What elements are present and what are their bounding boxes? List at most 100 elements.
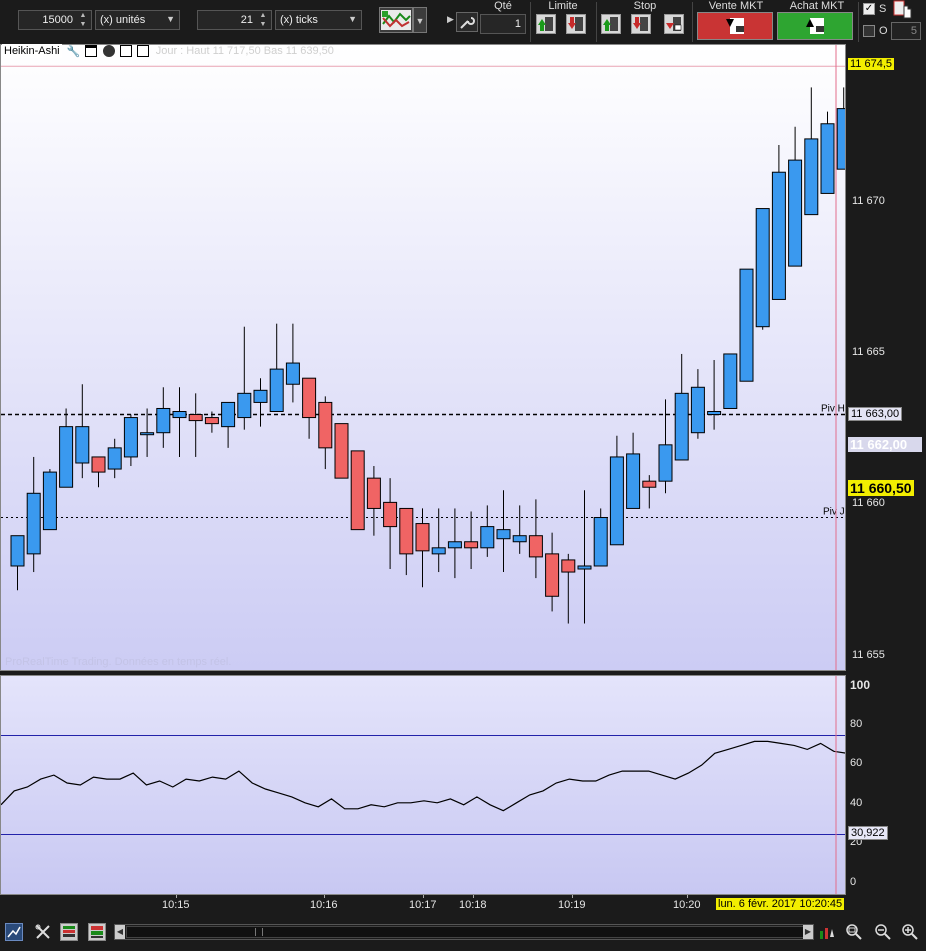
- candle[interactable]: [836, 87, 846, 170]
- candle[interactable]: [366, 466, 381, 536]
- scroll-right-button[interactable]: ▶: [803, 925, 813, 939]
- indicators-button[interactable]: [60, 923, 78, 941]
- horizontal-scrollbar[interactable]: ◀ ▶: [114, 924, 814, 940]
- candle[interactable]: [658, 399, 673, 494]
- candle[interactable]: [723, 353, 738, 409]
- candle[interactable]: [10, 535, 25, 591]
- expand-arrow-icon[interactable]: ▶: [447, 14, 454, 25]
- candle[interactable]: [350, 450, 365, 531]
- hand-cursor-button[interactable]: [893, 0, 915, 20]
- candle[interactable]: [285, 323, 300, 403]
- oscillator-chart[interactable]: [1, 676, 846, 895]
- zoom-fit-button[interactable]: [845, 923, 863, 941]
- candle[interactable]: [59, 408, 74, 488]
- candle[interactable]: [415, 508, 430, 588]
- qte-input[interactable]: 1: [480, 14, 526, 34]
- stop-buy-icon: [603, 17, 618, 31]
- candle[interactable]: [237, 326, 252, 430]
- candle[interactable]: [42, 469, 57, 531]
- candle[interactable]: [156, 387, 171, 448]
- candle[interactable]: [577, 490, 592, 624]
- scroll-thumb[interactable]: [126, 926, 812, 938]
- limit-buy-button[interactable]: [536, 14, 556, 34]
- ticks-unit-select[interactable]: (x) ticks ▼: [275, 10, 362, 30]
- move-down-icon[interactable]: [119, 45, 132, 58]
- s-checkbox[interactable]: ✓: [863, 3, 875, 15]
- candle[interactable]: [642, 475, 657, 509]
- candle[interactable]: [593, 508, 608, 567]
- zoom-out-button[interactable]: [874, 923, 892, 941]
- candle[interactable]: [188, 393, 203, 457]
- price-chart-panel[interactable]: Piv H Piv J ProRealTime Trading. Données …: [0, 44, 846, 671]
- candle[interactable]: [609, 435, 624, 546]
- strategy-dropdown[interactable]: ▼: [413, 7, 427, 33]
- strategy-button[interactable]: [379, 7, 413, 33]
- ticks-stepper[interactable]: ▲ ▼: [256, 11, 270, 29]
- ticks-input[interactable]: 21 ▲ ▼: [197, 10, 272, 30]
- stop-trailing-button[interactable]: [664, 14, 684, 34]
- settings-wrench-icon[interactable]: 🔧: [67, 45, 81, 58]
- buy-market-button[interactable]: [777, 12, 853, 40]
- candle[interactable]: [480, 505, 495, 557]
- candle[interactable]: [545, 532, 560, 612]
- stop-buy-button[interactable]: [601, 14, 621, 34]
- candle[interactable]: [739, 268, 754, 382]
- candle[interactable]: [674, 353, 689, 461]
- scroll-left-button[interactable]: ◀: [115, 925, 125, 939]
- candle[interactable]: [464, 511, 479, 570]
- orders-button[interactable]: [88, 923, 106, 941]
- sell-market-button[interactable]: [697, 12, 773, 40]
- candle[interactable]: [107, 438, 122, 479]
- candle[interactable]: [690, 369, 705, 439]
- auto-scroll-button[interactable]: [818, 923, 836, 941]
- candle[interactable]: [172, 387, 187, 457]
- candle[interactable]: [804, 87, 819, 216]
- candle[interactable]: [707, 360, 722, 430]
- close-icon[interactable]: [102, 45, 115, 58]
- candle[interactable]: [626, 432, 641, 509]
- o-value-input[interactable]: 5: [891, 22, 921, 40]
- candle[interactable]: [140, 408, 155, 457]
- candle[interactable]: [561, 553, 576, 624]
- quantity-input[interactable]: 15000 ▲ ▼: [18, 10, 92, 30]
- limit-sell-button[interactable]: [566, 14, 586, 34]
- heikin-ashi-chart[interactable]: Piv H Piv J: [1, 45, 846, 671]
- candle[interactable]: [528, 499, 543, 579]
- candle[interactable]: [221, 401, 236, 448]
- oscillator-axis[interactable]: 100 80 60 40 20 0 30,922: [846, 675, 926, 895]
- oscillator-line: [1, 740, 845, 812]
- maximize-icon[interactable]: [85, 45, 98, 58]
- move-up-icon[interactable]: [136, 45, 149, 58]
- candle[interactable]: [302, 377, 317, 439]
- candle[interactable]: [496, 490, 511, 573]
- candle[interactable]: [75, 384, 90, 479]
- candle[interactable]: [91, 456, 106, 488]
- candle[interactable]: [318, 396, 333, 470]
- candle[interactable]: [820, 111, 835, 194]
- candle[interactable]: [334, 423, 349, 479]
- candle[interactable]: [269, 323, 284, 413]
- candle[interactable]: [399, 507, 414, 576]
- zoom-in-button[interactable]: [901, 923, 919, 941]
- candle[interactable]: [383, 478, 398, 570]
- time-axis[interactable]: 10:15 10:16 10:17 10:18 10:19 10:20 lun. 6 fév…: [0, 895, 846, 917]
- price-axis[interactable]: 11 674,5 11 670 11 665 11 663,00 11 662,00 11…: [846, 44, 926, 671]
- candle[interactable]: [123, 414, 138, 467]
- tools-button[interactable]: [34, 923, 52, 941]
- stop-sell-button[interactable]: [631, 14, 651, 34]
- quantity-unit-select[interactable]: (x) unités ▼: [95, 10, 180, 30]
- draw-line-button[interactable]: [5, 923, 23, 941]
- candle[interactable]: [447, 508, 462, 579]
- candle[interactable]: [512, 505, 527, 554]
- candle[interactable]: [26, 456, 41, 573]
- candle[interactable]: [431, 508, 446, 573]
- candle[interactable]: [771, 144, 786, 300]
- settings-wrench-button[interactable]: [456, 12, 478, 32]
- oscillator-panel[interactable]: [0, 675, 846, 895]
- candle[interactable]: [788, 126, 803, 267]
- o-checkbox[interactable]: [863, 25, 875, 37]
- indicator-title[interactable]: Heikin-Ashi: [2, 44, 62, 58]
- candle[interactable]: [253, 378, 268, 427]
- quantity-stepper[interactable]: ▲ ▼: [76, 11, 90, 29]
- candle[interactable]: [755, 208, 770, 330]
